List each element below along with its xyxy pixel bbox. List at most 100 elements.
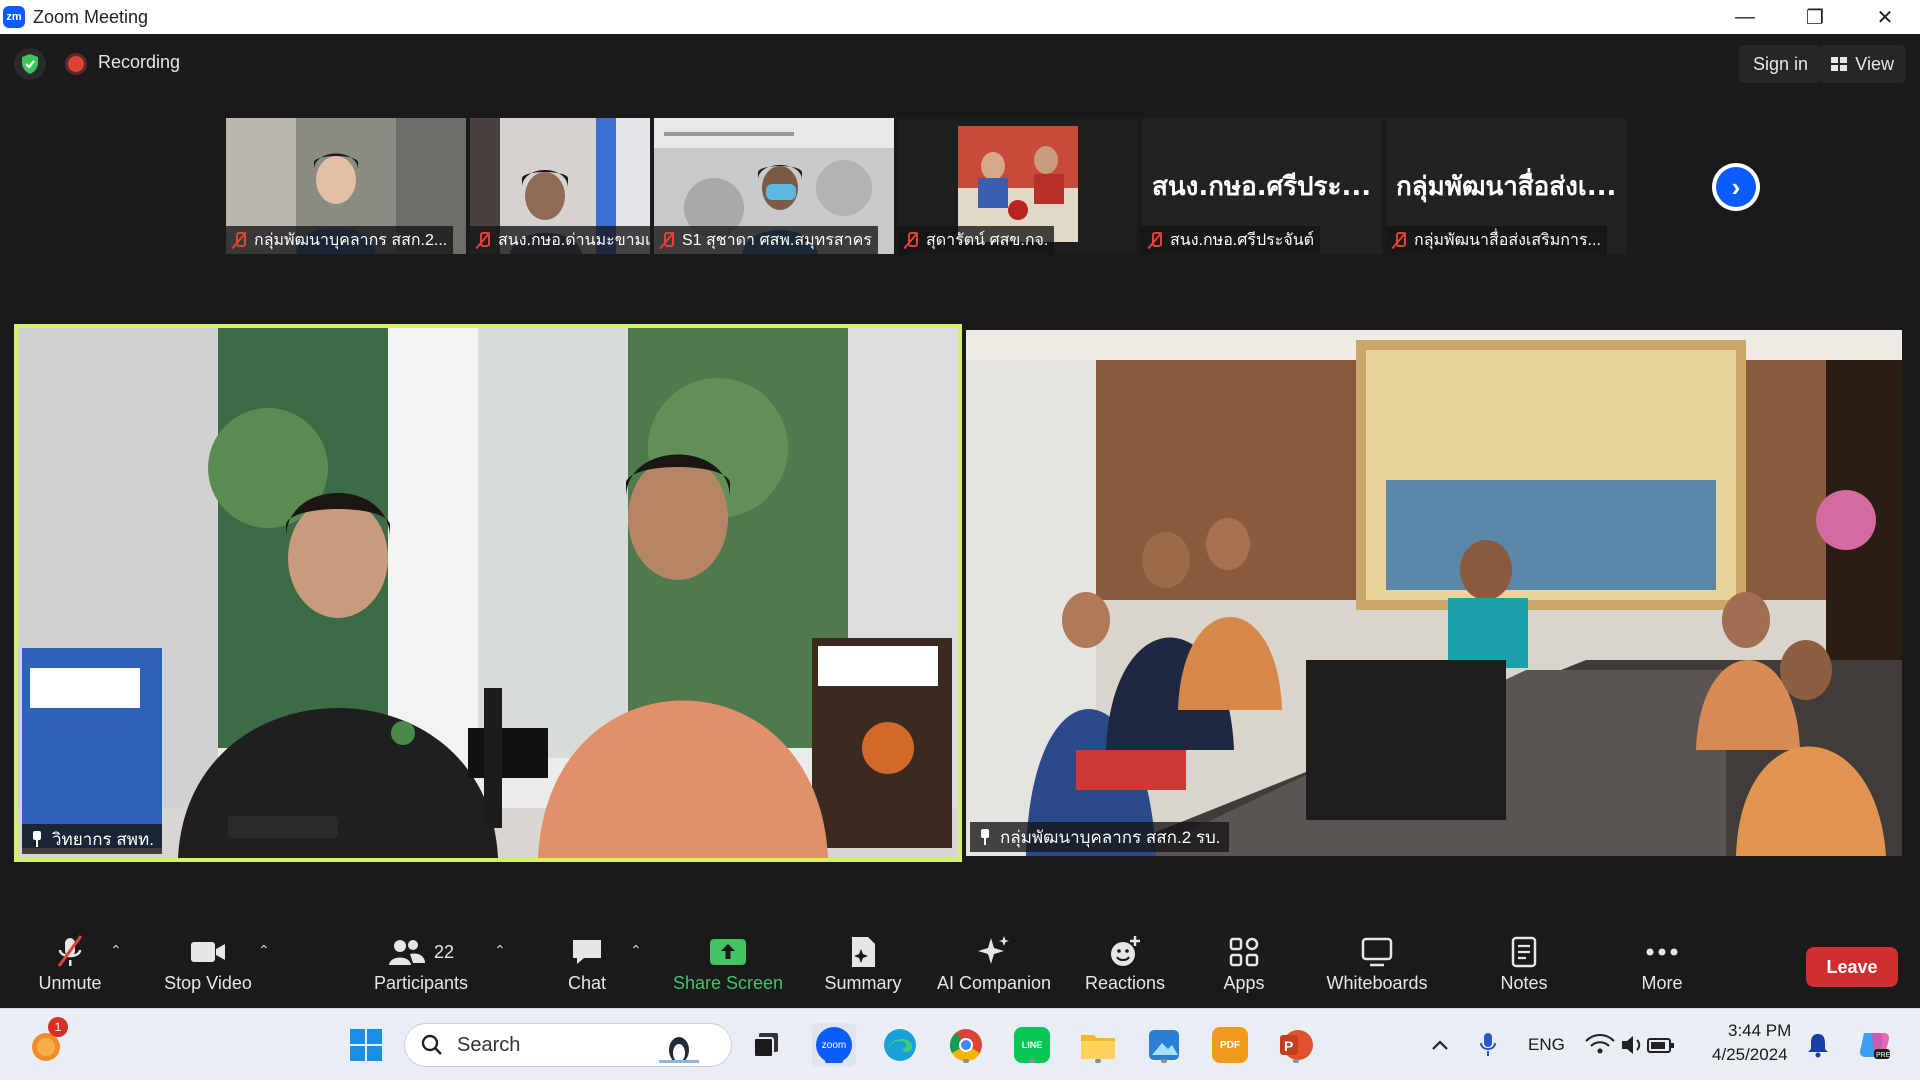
thumbnail-name-label: สนง.กษอ.ด่านมะขามเตี้ย [470,226,650,254]
edge-browser-icon[interactable] [878,1023,922,1067]
clock-date[interactable]: 4/25/2024 [1712,1045,1788,1065]
audio-options-caret-icon[interactable]: ⌃ [110,942,122,959]
security-shield-icon[interactable] [14,48,46,80]
powerpoint-icon[interactable]: P [1274,1023,1318,1067]
chrome-browser-icon[interactable] [944,1023,988,1067]
thumbnail-name-label: สุดารัตน์ ศสข.กจ. [898,226,1055,254]
spotlight-pin-icon [30,831,44,847]
minimize-button[interactable]: — [1710,0,1780,34]
thumbnail-name-label: S1 สุชาดา ศสพ.สมุทรสาคร [654,226,878,254]
participant-thumbnail[interactable]: กลุ่มพัฒนาบุคลากร สสก.2... [226,118,466,254]
leave-button[interactable]: Leave [1806,947,1898,987]
mic-muted-icon [658,231,676,249]
whiteboards-label: Whiteboards [1326,973,1428,993]
restore-button[interactable]: ❐ [1780,0,1850,34]
share-screen-label: Share Screen [672,973,784,993]
more-button[interactable]: More [1634,920,1690,1008]
recording-status[interactable]: Recording [98,52,180,73]
active-speaker-video-tile[interactable]: วิทยากร สพท. [14,324,962,862]
participant-thumbnail[interactable]: สนง.กษอ.ศรีประ... สนง.กษอ.ศรีประจันต์ [1142,118,1382,254]
mic-muted-icon [1390,231,1408,249]
unmute-label: Unmute [38,973,102,993]
spotlight-pin-icon [978,829,992,845]
chevron-up-icon[interactable] [1418,1023,1462,1067]
notification-badge: 1 [48,1017,68,1037]
search-icon [421,1034,442,1055]
participants-icon: 22 [381,934,461,970]
next-page-button[interactable]: › [1712,163,1760,211]
notes-label: Notes [1500,973,1548,993]
meeting-top-bar: Recording Sign in View [0,34,1920,94]
tile-name-label: วิทยากร สพท. [22,824,162,854]
svg-text:PRE: PRE [1876,1052,1891,1059]
clock-time[interactable]: 3:44 PM [1728,1021,1791,1041]
participant-thumbnail[interactable]: สนง.กษอ.ด่านมะขามเตี้ย [470,118,650,254]
participant-thumbnail[interactable]: S1 สุชาดา ศสพ.สมุทรสาคร [654,118,894,254]
windows-start-icon[interactable] [344,1023,388,1067]
copilot-icon[interactable]: PRE [1852,1023,1896,1067]
zoom-window: zm Zoom Meeting — ❐ ✕ Recording Sign in … [0,0,1920,1080]
participant-display-name: สนง.กษอ.ศรีประ... [1152,172,1372,202]
whiteboards-button[interactable]: Whiteboards [1318,920,1436,1008]
zoom-taskbar-icon[interactable]: zoom [812,1023,856,1067]
participant-thumbnail[interactable]: กลุ่มพัฒนาสื่อส่งเ... กลุ่มพัฒนาสื่อส่งเ… [1386,118,1626,254]
meeting-toolbar: Unmute ⌃ Stop Video ⌃ 22 Participants ⌃ … [0,920,1920,1008]
microphone-tray-icon[interactable] [1466,1023,1510,1067]
photos-app-icon[interactable] [1142,1023,1186,1067]
close-button[interactable]: ✕ [1850,0,1920,34]
ai-companion-button[interactable]: AI Companion [932,920,1056,1008]
network-volume-battery-tray[interactable] [1582,1023,1678,1067]
participant-count: 22 [433,941,455,962]
taskbar-search-input[interactable]: Search [404,1023,732,1067]
task-view-icon[interactable] [744,1023,788,1067]
language-indicator[interactable]: ENG [1528,1035,1565,1055]
participant-display-name: กลุ่มพัฒนาสื่อส่งเ... [1396,172,1617,202]
participants-options-caret-icon[interactable]: ⌃ [494,942,506,959]
participant-video-tile[interactable]: กลุ่มพัฒนาบุคลากร สสก.2 รบ. [966,330,1902,856]
thumbnail-name-label: กลุ่มพัฒนาสื่อส่งเสริมการ... [1386,226,1607,254]
participant-name: S1 สุชาดา ศสพ.สมุทรสาคร [682,231,872,249]
running-indicator [1161,1059,1167,1063]
notes-button[interactable]: Notes [1492,920,1556,1008]
video-options-caret-icon[interactable]: ⌃ [258,942,270,959]
tile-name-label: กลุ่มพัฒนาบุคลากร สสก.2 รบ. [970,822,1229,852]
participant-thumbnail[interactable]: สุดารัตน์ ศสข.กจ. [898,118,1138,254]
wifi-speaker-battery-icon [1585,1034,1674,1054]
zoom-app-icon: zoom [816,1027,852,1063]
zoom-logo-icon: zm [3,6,25,28]
line-app-icon[interactable]: LINE [1010,1023,1054,1067]
chevron-right-icon: › [1716,167,1756,207]
notes-icon [1510,934,1538,970]
participant-name: กลุ่มพัฒนาบุคลากร สสก.2... [254,231,448,249]
stop-video-button[interactable]: Stop Video [158,920,258,1008]
notification-bell-icon[interactable] [1796,1023,1840,1067]
mic-muted-icon [474,231,492,249]
sparkle-icon [976,934,1012,970]
share-screen-icon [709,934,747,970]
share-screen-button[interactable]: Share Screen [672,920,784,1008]
window-title: Zoom Meeting [33,6,149,27]
view-button[interactable]: View [1819,45,1906,83]
participant-name: สนง.กษอ.ด่านมะขามเตี้ย [498,231,650,249]
windows-taskbar: 1 Search zoom LINE PDF P ENG 3:44 PM 4/2… [0,1008,1920,1080]
summary-button[interactable]: Summary [820,920,906,1008]
reactions-button[interactable]: Reactions [1080,920,1170,1008]
participant-name: กลุ่มพัฒนาบุคลากร สสก.2 รบ. [1000,827,1221,847]
title-bar: zm Zoom Meeting — ❐ ✕ [0,0,1920,34]
chat-options-caret-icon[interactable]: ⌃ [630,942,642,959]
summary-label: Summary [824,973,902,993]
more-label: More [1641,973,1683,993]
chat-button[interactable]: Chat [556,920,618,1008]
chat-bubble-icon [570,934,604,970]
summary-document-icon [848,934,878,970]
file-explorer-icon[interactable] [1076,1023,1120,1067]
pdf-app-icon[interactable]: PDF [1208,1023,1252,1067]
unmute-button[interactable]: Unmute [22,920,118,1008]
sign-in-button[interactable]: Sign in [1738,45,1822,83]
mic-muted-icon [902,231,920,249]
participant-name: วิทยากร สพท. [52,829,154,849]
apps-button[interactable]: Apps [1214,920,1274,1008]
search-placeholder: Search [457,1033,521,1056]
participants-button[interactable]: 22 Participants [368,920,474,1008]
window-controls: — ❐ ✕ [1710,0,1920,34]
